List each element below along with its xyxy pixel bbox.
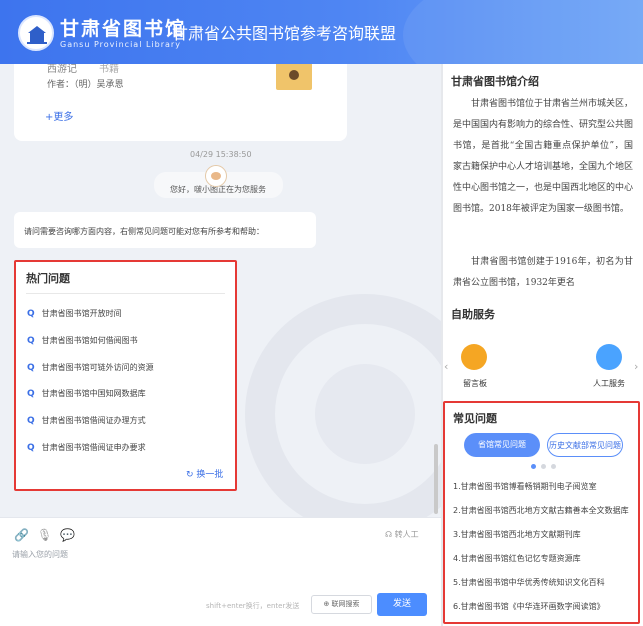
web-search-toggle[interactable]: ⊕ 联网搜索 <box>311 595 372 614</box>
microphone-icon[interactable]: 🎙 <box>37 528 52 542</box>
library-intro-paragraph: 甘肃省图书馆位于甘肃省兰州市城关区，是中国国内有影响力的综合性、研究型公共图书馆… <box>453 99 633 214</box>
human-icon: ☊ <box>385 530 393 539</box>
header-decoration <box>403 0 643 64</box>
book-author: 作者：（明）吴承恩 <box>47 80 124 90</box>
hot-questions-card: 热门问题 Q 甘肃省图书馆开放时间 Q 甘肃省图书馆如何借阅图书 Q 甘肃省图书馆可链… <box>14 260 237 491</box>
human-service-icon[interactable] <box>596 344 622 370</box>
message-timestamp: 04/29 15:38:50 <box>190 150 252 159</box>
message-board-icon[interactable] <box>461 344 487 370</box>
chat-input-area: 🔗 🎙 💬 ☊ 转人工 shift+enter换行，enter发送 ⊕ 联网搜索… <box>0 517 441 626</box>
refresh-icon: ↻ <box>186 470 194 480</box>
right-sidebar: 甘肃省图书馆介绍 甘肃省图书馆位于甘肃省兰州市城关区，是中国国内有影响力的综合性… <box>441 64 643 626</box>
logo-text-cn: 甘肃省图书馆 <box>60 18 187 40</box>
link-icon[interactable]: 🔗 <box>14 528 29 542</box>
chat-message-area[interactable]: 西游记 书籍 作者：（明）吴承恩 +更多 04/29 15:38:50 您好，啵… <box>0 64 441 517</box>
book-title[interactable]: 西游记 <box>47 64 77 75</box>
faq-item[interactable]: 5.甘肃省图书馆中华优秀传统知识文化百科 <box>453 577 633 588</box>
library-logo-icon <box>18 15 54 51</box>
send-button[interactable]: 发送 <box>377 593 427 616</box>
logo-text-en: Gansu Provincial Library <box>60 40 181 49</box>
hot-question-item[interactable]: Q 甘肃省图书馆借阅证申办要求 <box>27 442 146 456</box>
question-icon: Q <box>27 389 35 399</box>
faq-item[interactable]: 1.甘肃省图书馆博看畅销期刊电子阅览室 <box>453 481 633 492</box>
chevron-right-icon[interactable]: › <box>634 360 638 373</box>
intro-bubble: 请问需要咨询哪方面内容，右侧常见问题可能对您有所参考和帮助： <box>14 212 316 248</box>
faq-panel: 常见问题 省馆常见问题 历史文献部常见问题 1.甘肃省图书馆博看畅销期刊电子阅览… <box>443 401 640 624</box>
book-type: 书籍 <box>99 64 119 75</box>
library-intro-title: 甘肃省图书馆介绍 <box>451 75 539 88</box>
divider <box>26 293 225 294</box>
tab-historical-docs-faq[interactable]: 历史文献部常见问题 <box>547 433 623 457</box>
chevron-left-icon[interactable]: ‹ <box>444 360 448 373</box>
watermark-decoration-inner <box>315 364 415 464</box>
hot-question-item[interactable]: Q 甘肃省图书馆开放时间 <box>27 308 122 322</box>
globe-icon: ⊕ <box>323 600 330 608</box>
hot-question-item[interactable]: Q 甘肃省图书馆借阅证办理方式 <box>27 415 146 429</box>
hot-questions-title: 热门问题 <box>26 272 70 285</box>
question-icon: Q <box>27 336 35 346</box>
chat-scrollbar[interactable] <box>434 444 438 514</box>
transfer-to-human-button[interactable]: ☊ 转人工 <box>385 529 419 540</box>
library-history-paragraph: 甘肃省图书馆创建于1916年，初名为甘肃省公立图书馆，1932年更名 <box>453 257 633 288</box>
tab-library-faq[interactable]: 省馆常见问题 <box>464 433 540 457</box>
chat-bubble-icon[interactable]: 💬 <box>60 528 75 542</box>
carousel-dot[interactable] <box>541 464 546 469</box>
question-icon: Q <box>27 416 35 426</box>
hot-question-item[interactable]: Q 甘肃省图书馆如何借阅图书 <box>27 335 138 349</box>
faq-item[interactable]: 2.甘肃省图书馆西北地方文献古籍善本全文数据库 <box>453 505 633 516</box>
service-label-message-board[interactable]: 留言板 <box>463 378 487 389</box>
self-service-title: 自助服务 <box>451 308 495 321</box>
intro-text: 请问需要咨询哪方面内容，右侧常见问题可能对您有所参考和帮助： <box>24 227 264 236</box>
question-icon: Q <box>27 363 35 373</box>
more-link[interactable]: +更多 <box>45 108 73 123</box>
faq-item[interactable]: 4.甘肃省图书馆红色记忆专题资源库 <box>453 553 633 564</box>
faq-title: 常见问题 <box>453 412 497 425</box>
question-icon: Q <box>27 443 35 453</box>
book-result-card: 西游记 书籍 作者：（明）吴承恩 +更多 <box>14 64 347 141</box>
panel-divider <box>441 64 443 626</box>
hot-question-item[interactable]: Q 甘肃省图书馆中国知网数据库 <box>27 388 146 402</box>
page-title: 甘肃省公共图书馆参考咨询联盟 <box>172 24 397 43</box>
input-hint: shift+enter换行，enter发送 <box>206 602 300 610</box>
header-bar: 甘肃省图书馆 Gansu Provincial Library 甘肃省公共图书馆… <box>0 0 643 64</box>
refresh-button[interactable]: ↻ 换一批 <box>186 467 223 480</box>
carousel-dot-active[interactable] <box>531 464 536 469</box>
hot-question-item[interactable]: Q 甘肃省图书馆可链外访问的资源 <box>27 362 154 376</box>
service-label-human[interactable]: 人工服务 <box>593 378 625 389</box>
carousel-dot[interactable] <box>551 464 556 469</box>
question-icon: Q <box>27 309 35 319</box>
message-input[interactable] <box>12 545 312 563</box>
bot-avatar-icon <box>205 165 227 187</box>
faq-item[interactable]: 3.甘肃省图书馆西北地方文献期刊库 <box>453 529 633 540</box>
faq-item[interactable]: 6.甘肃省图书馆《中华连环画数字阅读馆》 <box>453 601 633 612</box>
book-cover-image[interactable] <box>276 64 312 90</box>
